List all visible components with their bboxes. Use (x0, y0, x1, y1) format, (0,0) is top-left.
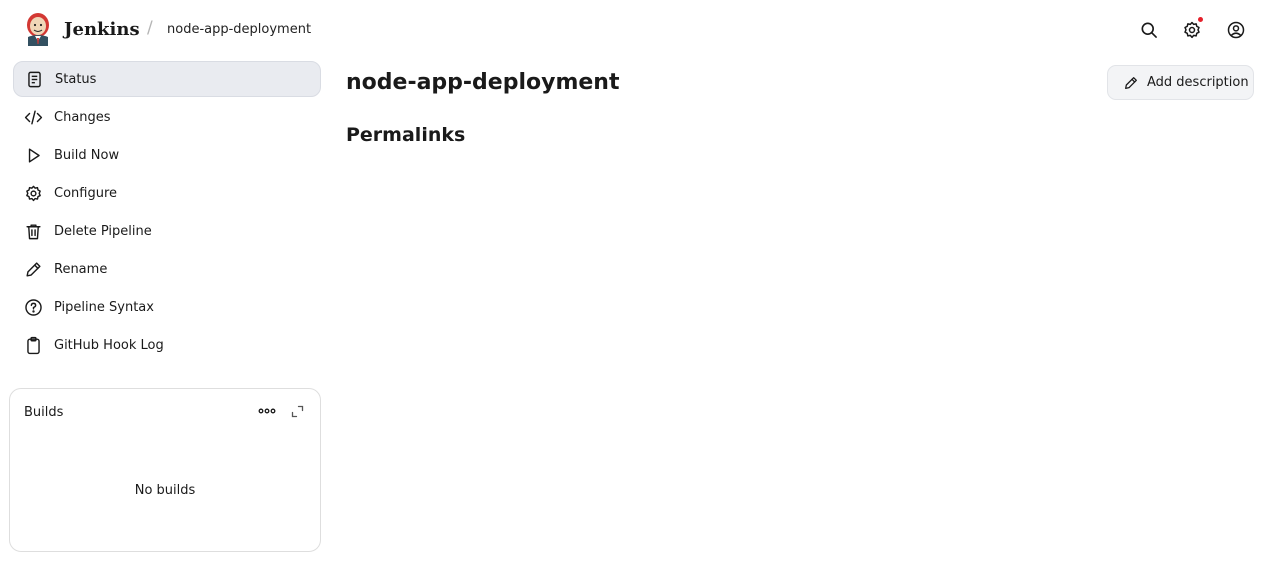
add-description-button[interactable]: Add description (1107, 65, 1254, 100)
builds-panel: Builds No builds (9, 388, 321, 552)
search-button[interactable] (1136, 17, 1162, 43)
sidebar-item-label: Rename (54, 261, 108, 277)
page-title: node-app-deployment (346, 70, 620, 95)
sidebar-item-pipeline-syntax[interactable]: Pipeline Syntax (13, 289, 321, 325)
builds-expand-button[interactable] (287, 402, 307, 420)
pencil-icon (23, 259, 43, 279)
sidebar-item-github-hook-log[interactable]: GitHub Hook Log (13, 327, 321, 363)
breadcrumb-job-link[interactable]: node-app-deployment (167, 22, 311, 37)
sidebar-item-label: Status (55, 71, 97, 87)
expand-icon (291, 405, 303, 417)
breadcrumb-separator: / (147, 18, 153, 38)
manage-jenkins-button[interactable] (1179, 17, 1205, 43)
sidebar-item-label: Pipeline Syntax (54, 299, 154, 315)
builds-more-button[interactable] (256, 402, 278, 420)
no-builds-text: No builds (134, 483, 196, 498)
app-name: Jenkins (64, 19, 140, 40)
trash-icon (23, 221, 43, 241)
top-header: Jenkins / node-app-deployment (0, 0, 1280, 60)
user-icon (1227, 21, 1245, 39)
account-button[interactable] (1223, 17, 1249, 43)
sidebar-item-label: Delete Pipeline (54, 223, 152, 239)
sidebar-item-status[interactable]: Status (13, 61, 321, 97)
sidebar-item-label: Configure (54, 185, 118, 201)
builds-title: Builds (24, 405, 64, 420)
permalinks-heading: Permalinks (346, 124, 466, 146)
jenkins-home-link[interactable]: Jenkins (22, 11, 140, 47)
more-horizontal-icon (258, 408, 276, 414)
help-circle-icon (23, 297, 43, 317)
gear-icon (1184, 21, 1200, 39)
sidebar-item-label: Changes (54, 109, 111, 125)
clipboard-icon (23, 335, 43, 355)
sidebar: Status Changes Build Now Configure Delet… (13, 61, 321, 365)
sidebar-item-configure[interactable]: Configure (13, 175, 321, 211)
notification-dot (1198, 17, 1203, 22)
gear-icon (23, 183, 43, 203)
code-icon (23, 107, 43, 127)
sidebar-item-changes[interactable]: Changes (13, 99, 321, 135)
jenkins-logo-icon (27, 13, 49, 46)
pencil-icon (1125, 76, 1137, 89)
sidebar-item-rename[interactable]: Rename (13, 251, 321, 287)
sidebar-item-label: Build Now (54, 147, 120, 163)
sidebar-item-delete-pipeline[interactable]: Delete Pipeline (13, 213, 321, 249)
search-icon (1141, 22, 1157, 38)
play-icon (23, 145, 43, 165)
document-icon (24, 69, 44, 89)
sidebar-item-build-now[interactable]: Build Now (13, 137, 321, 173)
add-description-label: Add description (1147, 75, 1249, 90)
sidebar-item-label: GitHub Hook Log (54, 337, 164, 353)
